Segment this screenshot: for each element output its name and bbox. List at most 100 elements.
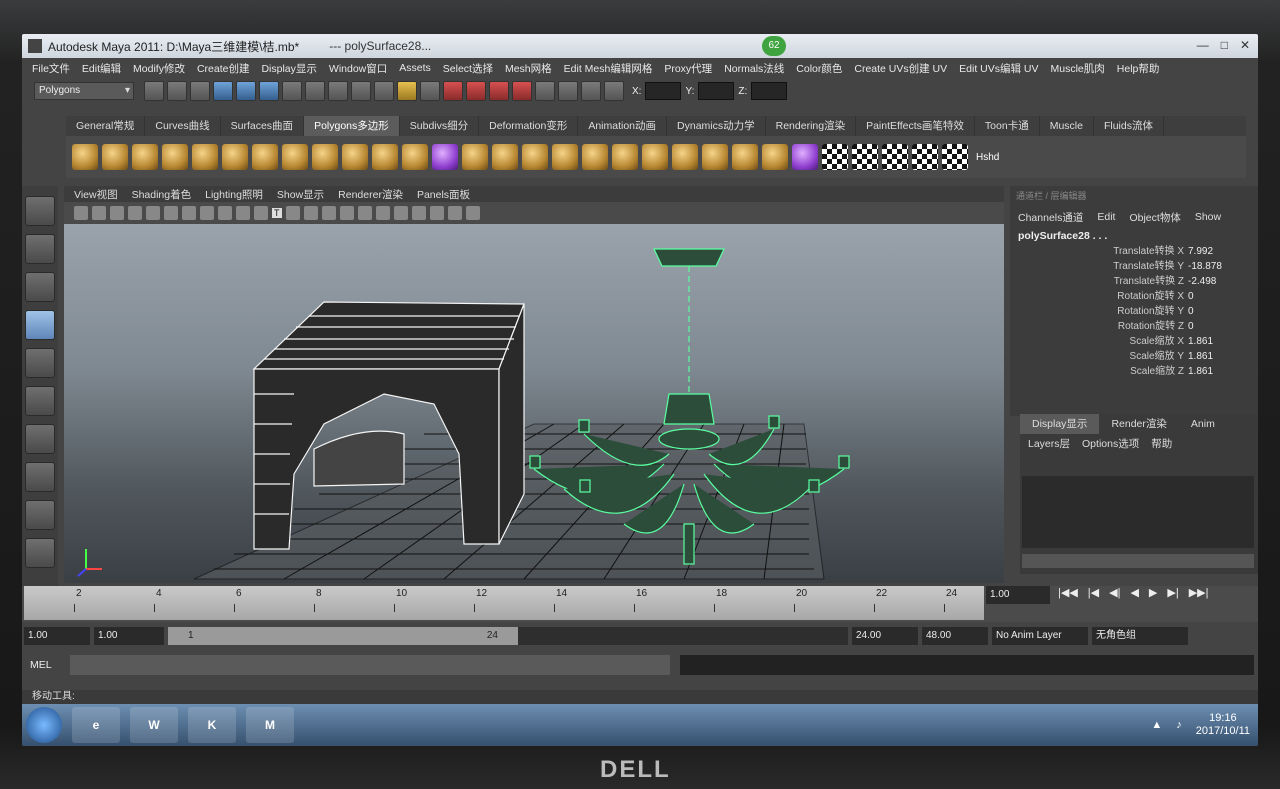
append-polygon-icon[interactable] xyxy=(522,144,548,170)
snap-plane-icon[interactable] xyxy=(351,81,371,101)
attribute-row[interactable]: Rotation旋转 Y0 xyxy=(1010,304,1258,319)
tooltip-t-icon[interactable]: T xyxy=(272,208,282,218)
attr-value[interactable]: 1.861 xyxy=(1184,334,1240,349)
help-icon[interactable] xyxy=(374,81,394,101)
save-scene-icon[interactable] xyxy=(190,81,210,101)
shelf-tab-muscle[interactable]: Muscle xyxy=(1040,116,1094,136)
rotate-tool-icon[interactable] xyxy=(25,348,55,378)
poly-pipe-icon[interactable] xyxy=(282,144,308,170)
taskbar-app-button[interactable]: K xyxy=(188,707,236,743)
wireframe-icon[interactable] xyxy=(285,206,300,220)
viewport-menu-panels[interactable]: Panels面板 xyxy=(417,187,470,202)
select-hierarchy-icon[interactable] xyxy=(213,81,233,101)
menu-modify[interactable]: Modify修改 xyxy=(133,61,185,76)
menu-color[interactable]: Color颜色 xyxy=(796,61,842,76)
bookmark-icon[interactable] xyxy=(110,206,124,220)
planar-mapping-icon[interactable] xyxy=(822,144,848,170)
menu-help[interactable]: Help帮助 xyxy=(1117,61,1160,76)
shelf-tab-dynamics[interactable]: Dynamics动力学 xyxy=(667,116,766,136)
attr-value[interactable]: 1.861 xyxy=(1184,349,1240,364)
attribute-row[interactable]: Scale缩放 Y 1.861 xyxy=(1010,349,1258,364)
menu-proxy[interactable]: Proxy代理 xyxy=(664,61,712,76)
attribute-row[interactable]: Translate转换 X 7.992 xyxy=(1010,244,1258,259)
layer-list[interactable] xyxy=(1022,476,1254,548)
gate-mask-icon[interactable] xyxy=(200,206,214,220)
uv-texture-editor-icon[interactable] xyxy=(942,144,968,170)
grid-toggle-icon[interactable] xyxy=(146,206,160,220)
merge-icon[interactable] xyxy=(672,144,698,170)
attr-value[interactable]: 0 xyxy=(1184,289,1240,304)
close-button[interactable]: ✕ xyxy=(1240,38,1250,52)
x-field[interactable] xyxy=(645,82,682,100)
flat-shade-icon[interactable] xyxy=(321,206,336,220)
shelf-tab-painteffects[interactable]: PaintEffects画笔特效 xyxy=(856,116,975,136)
maximize-button[interactable]: □ xyxy=(1221,38,1228,52)
viewport-menu-view[interactable]: View视图 xyxy=(74,187,118,202)
taskbar-ie-button[interactable]: e xyxy=(72,707,120,743)
offset-edge-loop-icon[interactable] xyxy=(612,144,638,170)
automatic-mapping-icon[interactable] xyxy=(912,144,938,170)
help-menu[interactable]: 帮助 xyxy=(1151,434,1172,454)
last-tool-icon[interactable] xyxy=(25,538,55,568)
minimize-button[interactable]: — xyxy=(1197,38,1209,52)
y-field[interactable] xyxy=(698,82,735,100)
layer-tab-render[interactable]: Render渲染 xyxy=(1099,414,1178,434)
tool-settings-icon[interactable] xyxy=(604,81,624,101)
mel-label[interactable]: MEL xyxy=(30,659,60,671)
select-component-icon[interactable] xyxy=(259,81,279,101)
animation-end-field[interactable]: 48.00 xyxy=(922,627,988,645)
channel-tab-edit[interactable]: Edit xyxy=(1097,211,1115,223)
play-backward-button[interactable]: ◀ xyxy=(1130,586,1138,599)
input-ops-icon[interactable] xyxy=(420,81,440,101)
shelf-tab-toon[interactable]: Toon卡通 xyxy=(975,116,1040,136)
menu-normals[interactable]: Normals法线 xyxy=(724,61,784,76)
render-settings-icon[interactable] xyxy=(489,81,509,101)
snap-curve-icon[interactable] xyxy=(305,81,325,101)
select-object-icon[interactable] xyxy=(236,81,256,101)
soft-mod-tool-icon[interactable] xyxy=(25,462,55,492)
all-lights-icon[interactable] xyxy=(375,206,390,220)
texture-icon[interactable] xyxy=(339,206,354,220)
channel-tab-object[interactable]: Object物体 xyxy=(1129,210,1180,225)
extrude-icon[interactable] xyxy=(462,144,488,170)
smooth-shade-icon[interactable] xyxy=(303,206,318,220)
menu-window[interactable]: Window窗口 xyxy=(329,61,387,76)
show-manipulator-icon[interactable] xyxy=(25,500,55,530)
spherical-mapping-icon[interactable] xyxy=(882,144,908,170)
film-gate-icon[interactable] xyxy=(164,206,178,220)
start-button[interactable] xyxy=(26,707,62,743)
menu-edit[interactable]: Edit编辑 xyxy=(82,61,121,76)
scale-tool-icon[interactable] xyxy=(25,386,55,416)
poly-soccer-ball-icon[interactable] xyxy=(312,144,338,170)
history-icon[interactable] xyxy=(535,81,555,101)
poly-cube-icon[interactable] xyxy=(102,144,128,170)
viewport-menu-renderer[interactable]: Renderer渲染 xyxy=(338,187,403,202)
animation-start-field[interactable]: 1.00 xyxy=(24,627,90,645)
shelf-tab-deformation[interactable]: Deformation变形 xyxy=(479,116,579,136)
layers-menu[interactable]: Layers层 xyxy=(1028,434,1070,454)
menu-edit-uvs[interactable]: Edit UVs编辑 UV xyxy=(959,61,1038,76)
snap-point-icon[interactable] xyxy=(328,81,348,101)
channel-tab-channels[interactable]: Channels通道 xyxy=(1018,210,1083,225)
z-field[interactable] xyxy=(751,82,788,100)
menu-edit-mesh[interactable]: Edit Mesh编辑网格 xyxy=(564,61,653,76)
current-frame-field[interactable]: 1.00 xyxy=(986,586,1050,604)
safe-action-icon[interactable] xyxy=(236,206,250,220)
field-chart-icon[interactable] xyxy=(218,206,232,220)
menu-create[interactable]: Create创建 xyxy=(197,61,250,76)
default-light-icon[interactable] xyxy=(357,206,372,220)
move-tool-icon[interactable] xyxy=(25,310,55,340)
collapse-icon[interactable] xyxy=(702,144,728,170)
camera-attr-icon[interactable] xyxy=(92,206,106,220)
menu-file[interactable]: File文件 xyxy=(32,61,70,76)
shelf-tab-animation[interactable]: Animation动画 xyxy=(578,116,668,136)
range-slider-thumb[interactable]: 1 24 xyxy=(168,627,518,645)
lock-icon[interactable] xyxy=(397,81,417,101)
volume-icon[interactable]: ♪ xyxy=(1176,719,1182,731)
combine-icon[interactable] xyxy=(342,144,368,170)
attr-value[interactable]: 0 xyxy=(1184,304,1240,319)
poke-icon[interactable] xyxy=(762,144,788,170)
shadows-icon[interactable] xyxy=(393,206,408,220)
open-scene-icon[interactable] xyxy=(167,81,187,101)
layer-tab-anim[interactable]: Anim xyxy=(1179,414,1227,434)
